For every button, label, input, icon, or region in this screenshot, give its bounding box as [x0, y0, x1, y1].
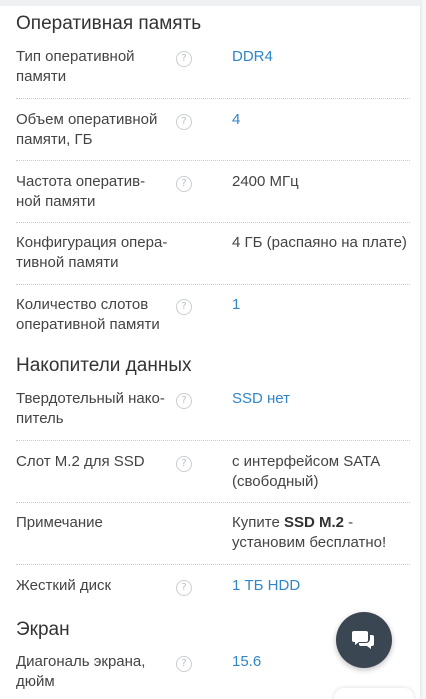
specs-card: Оперативная память Тип оперативной памят… — [0, 0, 420, 699]
value-line: с интерфейсом SATA — [232, 453, 381, 470]
label-line: Слот M.2 для SSD — [16, 453, 145, 470]
note-text: Купите — [232, 514, 284, 531]
question-circle-icon[interactable]: ? — [176, 456, 192, 472]
top-scroll-edge — [0, 0, 420, 6]
question-circle-icon[interactable]: ? — [176, 656, 192, 672]
row-label-ram-frequency: Частота оператив- ной памяти — [16, 172, 176, 212]
row-value-ram-type[interactable]: DDR4 — [232, 47, 417, 67]
label-line: Твердотельный нако- — [16, 390, 165, 407]
value-line: установим бесплатно! — [232, 534, 387, 551]
question-circle-icon[interactable]: ? — [176, 393, 192, 409]
row-value-ram-slots[interactable]: 1 — [232, 295, 417, 315]
row-label-ram-slots: Количество слотов оперативной памяти — [16, 295, 176, 335]
row-value-ram-config: 4 ГБ (распаяно на плате) — [232, 234, 407, 251]
row-value-note: Купите SSD M.2 - установим бесплатно! — [232, 513, 417, 553]
row-divider — [16, 284, 410, 285]
label-line: памяти, ГБ — [16, 131, 93, 148]
row-value-hdd[interactable]: 1 ТБ HDD — [232, 576, 417, 596]
section-title-storage: Накопители данных — [16, 355, 192, 376]
row-label-hdd: Жесткий диск — [16, 576, 176, 596]
row-divider — [16, 440, 410, 441]
label-line: ной памяти — [16, 193, 96, 210]
note-text: - — [343, 514, 354, 531]
row-divider — [16, 502, 410, 503]
row-divider — [16, 222, 410, 223]
question-circle-icon[interactable]: ? — [176, 176, 192, 192]
question-circle-icon[interactable]: ? — [176, 114, 192, 130]
section-title-ram: Оперативная память — [16, 13, 202, 34]
row-divider — [16, 564, 410, 565]
row-label-ram-config: Конфигурация опера- тивной памяти — [16, 233, 176, 273]
page: Оперативная память Тип оперативной памят… — [0, 0, 426, 699]
label-line: оперативной памяти — [16, 316, 160, 333]
row-value-diagonal[interactable]: 15.6 — [232, 652, 417, 672]
row-label-note: Примечание — [16, 513, 176, 533]
row-value-ssd[interactable]: SSD нет — [232, 389, 417, 409]
label-line: дюйм — [16, 673, 55, 690]
row-label-ram-size: Объем оперативной памяти, ГБ — [16, 110, 176, 150]
row-label-ram-type: Тип оперативной памяти — [16, 47, 176, 87]
value-line: Купите SSD M.2 - — [232, 513, 417, 533]
label-line: Жесткий диск — [16, 577, 112, 594]
label-line: Конфигурация опера- — [16, 234, 168, 251]
question-circle-icon[interactable]: ? — [176, 299, 192, 315]
row-label-diagonal: Диагональ экрана, дюйм — [16, 652, 176, 692]
question-circle-icon[interactable]: ? — [176, 580, 192, 596]
row-divider — [16, 98, 410, 99]
row-label-m2-slot: Слот M.2 для SSD — [16, 452, 176, 472]
row-value-ram-size[interactable]: 4 — [232, 110, 417, 130]
label-line: Объем оперативной — [16, 111, 158, 128]
row-divider — [16, 160, 410, 161]
label-line: Тип оперативной — [16, 48, 135, 65]
note-bold-text: SSD M.2 — [283, 514, 344, 531]
section-title-screen: Экран — [16, 619, 70, 640]
label-line: Количество слотов — [16, 296, 149, 313]
value-line: (свободный) — [232, 473, 319, 490]
label-line: памяти — [16, 68, 67, 85]
row-label-ssd: Твердотельный нако- питель — [16, 389, 176, 429]
label-line: тивной памяти — [16, 254, 119, 271]
label-line: Частота оператив- — [16, 173, 146, 190]
label-line: питель — [16, 410, 64, 427]
chat-button[interactable] — [336, 612, 392, 668]
label-line: Диагональ экрана, — [16, 653, 146, 670]
row-value-m2-slot: с интерфейсом SATA (свободный) — [232, 452, 417, 492]
question-circle-icon[interactable]: ? — [176, 51, 192, 67]
chat-bubbles-icon — [352, 631, 374, 649]
label-line: Примечание — [16, 514, 103, 531]
row-value-ram-frequency: 2400 МГц — [232, 173, 299, 190]
bottom-floating-bar[interactable] — [334, 688, 414, 699]
